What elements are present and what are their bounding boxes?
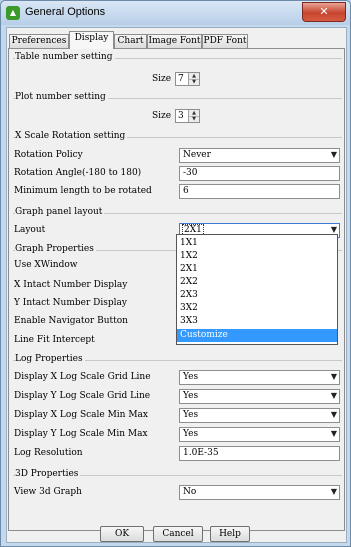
props-3d-title: 3D Properties <box>15 469 81 479</box>
log-resolution-field[interactable]: 1.0E-35 <box>179 446 340 461</box>
rotation-policy-label: Rotation Policy <box>14 150 83 160</box>
log-resolution-label: Log Resolution <box>14 448 83 458</box>
layout-dropdown-list[interactable]: 1X1 1X2 2X1 2X2 2X3 3X2 3X3 Customize <box>176 234 338 345</box>
stepper-buttons: ▲ ▼ <box>188 73 199 85</box>
chevron-down-icon: ▼ <box>330 391 337 400</box>
layout-option-highlighted[interactable]: Customize <box>177 329 337 342</box>
title-bar[interactable]: ▲ General Options ✕ <box>1 1 350 25</box>
chevron-down-icon: ▼ <box>330 487 337 496</box>
graph-props-title: Graph Properties <box>15 244 96 254</box>
table-size-stepper[interactable]: 7 ▲ ▼ <box>175 72 200 86</box>
plot-size-value: 3 <box>178 111 184 121</box>
x-log-minmax-label: Display X Log Scale Min Max <box>14 410 148 420</box>
y-intact-label: Y Intact Number Display <box>14 298 127 308</box>
x-intact-label: X Intact Number Display <box>14 280 128 290</box>
y-log-grid-value: Yes <box>183 391 199 401</box>
rotation-policy-value: Never <box>183 150 211 160</box>
min-length-field[interactable]: 6 <box>179 184 340 199</box>
view-3d-select[interactable]: No ▼ <box>179 485 340 500</box>
x-log-grid-label: Display X Log Scale Grid Line <box>14 372 151 382</box>
tab-preferences[interactable]: Preferences <box>9 34 69 48</box>
stepper-down-icon[interactable]: ▼ <box>189 116 199 122</box>
stepper-buttons: ▲ ▼ <box>188 110 199 122</box>
cancel-button[interactable]: Cancel <box>153 526 203 542</box>
layout-option[interactable]: 1X1 <box>177 237 337 250</box>
help-button[interactable]: Help <box>210 526 250 542</box>
plot-size-stepper[interactable]: 3 ▲ ▼ <box>175 109 200 123</box>
options-window: ▲ General Options ✕ Preferences Display … <box>0 0 351 547</box>
chevron-down-icon: ▼ <box>330 150 337 159</box>
rotation-angle-label: Rotation Angle(-180 to 180) <box>14 168 142 178</box>
plot-number-title: Plot number setting <box>15 92 108 102</box>
tab-pdf-font[interactable]: PDF Font <box>202 34 248 48</box>
y-log-grid-label: Display Y Log Scale Grid Line <box>14 391 151 401</box>
chevron-down-icon: ▼ <box>330 429 337 438</box>
x-log-minmax-value: Yes <box>183 410 199 420</box>
y-log-minmax-label: Display Y Log Scale Min Max <box>14 429 148 439</box>
y-log-minmax-select[interactable]: Yes ▼ <box>179 427 340 442</box>
close-button[interactable]: ✕ <box>302 2 346 22</box>
table-size-value: 7 <box>178 74 184 84</box>
min-length-value: 6 <box>183 186 189 196</box>
rotation-angle-field[interactable]: -30 <box>179 166 340 181</box>
chevron-down-icon: ▼ <box>330 410 337 419</box>
layout-option[interactable]: 2X3 <box>177 289 337 302</box>
layout-option[interactable]: 2X1 <box>177 263 337 276</box>
tab-display[interactable]: Display <box>69 31 114 49</box>
layout-label: Layout <box>14 225 46 235</box>
y-log-minmax-value: Yes <box>183 429 199 439</box>
table-number-title: Table number setting <box>15 52 115 62</box>
ok-button[interactable]: OK <box>100 526 144 542</box>
layout-option[interactable]: 3X3 <box>177 315 337 328</box>
chart-app-icon: ▲ <box>6 6 20 20</box>
chevron-down-icon: ▼ <box>330 225 337 234</box>
rotation-policy-select[interactable]: Never ▼ <box>179 148 340 163</box>
view-3d-label: View 3d Graph <box>14 487 82 497</box>
layout-option[interactable]: 1X2 <box>177 250 337 263</box>
window-title: General Options <box>25 6 106 18</box>
use-xwindow-label: Use XWindow <box>14 260 78 270</box>
layout-option[interactable]: 2X2 <box>177 276 337 289</box>
graph-panel-title: Graph panel layout <box>15 207 105 217</box>
log-props-title: Log Properties <box>15 354 85 364</box>
line-fit-label: Line Fit Intercept <box>14 335 95 345</box>
y-log-grid-select[interactable]: Yes ▼ <box>179 389 340 404</box>
navigator-label: Enable Navigator Button <box>14 316 128 326</box>
tab-image-font[interactable]: Image Font <box>147 34 202 48</box>
view-3d-value: No <box>183 487 197 497</box>
x-log-grid-value: Yes <box>183 372 199 382</box>
layout-option[interactable]: 3X2 <box>177 302 337 315</box>
stepper-down-icon[interactable]: ▼ <box>189 79 199 85</box>
table-size-label: Size <box>152 74 172 84</box>
tab-chart[interactable]: Chart <box>114 34 147 48</box>
min-length-label: Minimum length to be rotated <box>14 186 152 196</box>
x-scale-title: X Scale Rotation setting <box>15 131 128 141</box>
rotation-angle-value: -30 <box>183 168 198 178</box>
log-resolution-value: 1.0E-35 <box>183 448 219 458</box>
plot-size-label: Size <box>152 111 172 121</box>
x-log-grid-select[interactable]: Yes ▼ <box>179 370 340 385</box>
x-log-minmax-select[interactable]: Yes ▼ <box>179 408 340 423</box>
chevron-down-icon: ▼ <box>330 372 337 381</box>
